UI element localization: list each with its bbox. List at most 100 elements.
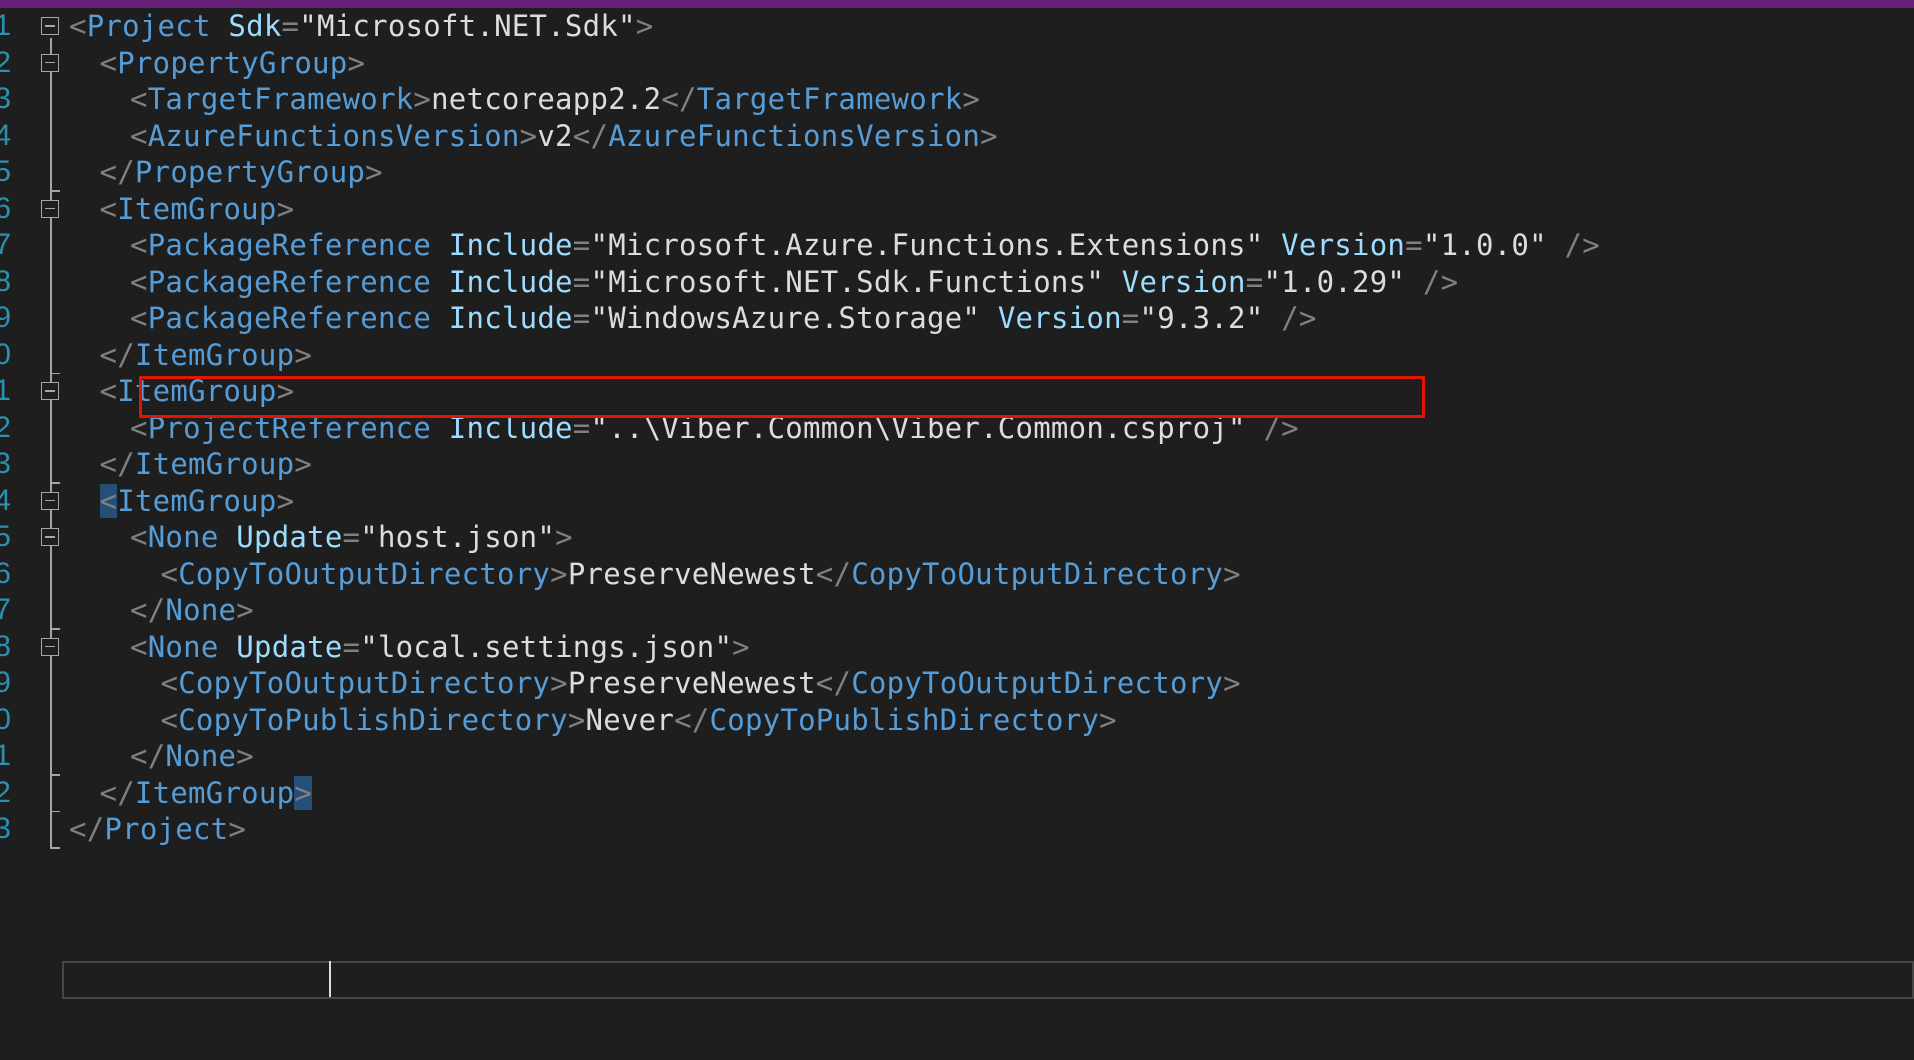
text bbox=[219, 520, 237, 554]
text: Never bbox=[585, 702, 675, 737]
collapse-icon[interactable] bbox=[41, 17, 59, 35]
element-name: ItemGroup bbox=[134, 337, 295, 372]
attribute-name: Version bbox=[997, 301, 1122, 335]
collapse-icon[interactable] bbox=[41, 199, 59, 218]
bracket: = bbox=[1405, 228, 1423, 262]
code-line[interactable]: 23 </Project> bbox=[0, 807, 1914, 852]
attribute-name: Version bbox=[1121, 264, 1246, 299]
collapse-icon[interactable] bbox=[41, 53, 59, 72]
element-name: PackageReference bbox=[147, 264, 432, 299]
element-name: TargetFramework bbox=[696, 82, 963, 116]
bracket: </ bbox=[99, 155, 135, 189]
bracket: </ bbox=[69, 812, 105, 846]
attribute-value: "1.0.0" bbox=[1422, 228, 1547, 262]
code-editor[interactable]: 1 <Project Sdk="Microsoft.NET.Sdk"> 2 <Prop… bbox=[0, 8, 1914, 1060]
element-name: PackageReference bbox=[147, 228, 432, 262]
bracket: > bbox=[635, 9, 654, 43]
collapse-icon[interactable] bbox=[41, 491, 59, 510]
attribute-value: "Microsoft.NET.Sdk" bbox=[299, 9, 636, 43]
bracket: /> bbox=[1422, 264, 1459, 299]
bracket: < bbox=[130, 301, 148, 335]
element-name: CopyToOutputDirectory bbox=[851, 556, 1224, 591]
bracket: = bbox=[342, 629, 361, 664]
element-name: TargetFramework bbox=[147, 82, 414, 116]
attribute-value: "host.json" bbox=[360, 520, 556, 554]
bracket: </ bbox=[99, 447, 135, 481]
bracket-match: > bbox=[294, 775, 313, 810]
element-name: None bbox=[147, 520, 219, 554]
text bbox=[980, 301, 998, 335]
bracket: = bbox=[572, 228, 591, 262]
bracket: < bbox=[130, 264, 148, 299]
text-caret bbox=[329, 961, 331, 997]
bracket: </ bbox=[815, 556, 852, 591]
bracket: = bbox=[342, 520, 361, 554]
bracket: = bbox=[1121, 301, 1140, 335]
bracket: </ bbox=[674, 702, 710, 737]
collapse-icon[interactable] bbox=[41, 637, 59, 656]
element-name: ItemGroup bbox=[117, 483, 277, 518]
bracket: </ bbox=[99, 775, 135, 810]
bracket: > bbox=[347, 45, 366, 80]
bracket: = bbox=[572, 301, 591, 335]
bracket: = bbox=[1245, 264, 1264, 299]
bracket: </ bbox=[130, 739, 166, 773]
highlight-box bbox=[139, 376, 1425, 418]
bracket: < bbox=[99, 374, 118, 408]
element-name: AzureFunctionsVersion bbox=[147, 118, 520, 153]
bracket: = bbox=[281, 9, 300, 43]
text bbox=[211, 9, 229, 43]
line-code: </Project> bbox=[69, 807, 246, 852]
element-name: Project bbox=[104, 812, 229, 846]
text: v2 bbox=[537, 118, 573, 153]
text bbox=[1547, 228, 1565, 262]
element-name: CopyToPublishDirectory bbox=[178, 702, 568, 737]
text bbox=[1405, 265, 1423, 299]
attribute-name: Include bbox=[448, 228, 573, 262]
attribute-value: "WindowsAzure.Storage" bbox=[590, 301, 981, 335]
attribute-name: Include bbox=[448, 301, 573, 335]
collapse-icon[interactable] bbox=[41, 528, 59, 546]
bracket: > bbox=[555, 520, 573, 554]
bracket: > bbox=[294, 447, 313, 481]
bracket: /> bbox=[1564, 228, 1600, 262]
bracket: /> bbox=[1281, 301, 1317, 335]
element-name: CopyToOutputDirectory bbox=[178, 666, 551, 700]
text: PreserveNewest bbox=[567, 556, 816, 591]
bracket: </ bbox=[99, 337, 135, 372]
bracket: < bbox=[99, 191, 118, 226]
element-name: AzureFunctionsVersion bbox=[608, 118, 981, 153]
bracket: </ bbox=[572, 118, 609, 153]
attribute-name: Include bbox=[448, 264, 573, 299]
element-name: PropertyGroup bbox=[117, 45, 348, 80]
element-name: CopyToPublishDirectory bbox=[709, 702, 1100, 737]
bracket: > bbox=[1223, 666, 1241, 700]
bracket: </ bbox=[815, 666, 852, 700]
element-name: None bbox=[147, 629, 219, 664]
element-name: PackageReference bbox=[147, 301, 432, 335]
attribute-name: Sdk bbox=[228, 9, 282, 43]
bracket: > bbox=[550, 556, 568, 591]
bracket: < bbox=[160, 702, 179, 737]
bracket: </ bbox=[130, 593, 166, 627]
element-name: ItemGroup bbox=[134, 447, 295, 481]
bracket: > bbox=[567, 702, 586, 737]
current-line-highlight bbox=[62, 961, 1914, 999]
bracket: < bbox=[130, 520, 148, 554]
collapse-icon[interactable] bbox=[41, 382, 59, 400]
bracket: > bbox=[962, 82, 981, 116]
bracket: < bbox=[130, 118, 148, 153]
bracket: < bbox=[130, 82, 148, 116]
bracket: < bbox=[99, 45, 118, 80]
text bbox=[431, 265, 449, 299]
element-name: PropertyGroup bbox=[134, 155, 366, 189]
attribute-value: "Microsoft.NET.Sdk.Functions" bbox=[590, 264, 1105, 299]
text bbox=[1104, 265, 1122, 299]
bracket: > bbox=[236, 593, 254, 627]
bracket: </ bbox=[661, 82, 697, 116]
text bbox=[1263, 228, 1281, 262]
line-number: 23 bbox=[0, 812, 11, 845]
bracket: > bbox=[365, 155, 383, 189]
bracket: > bbox=[276, 191, 295, 226]
bracket: = bbox=[572, 264, 591, 299]
